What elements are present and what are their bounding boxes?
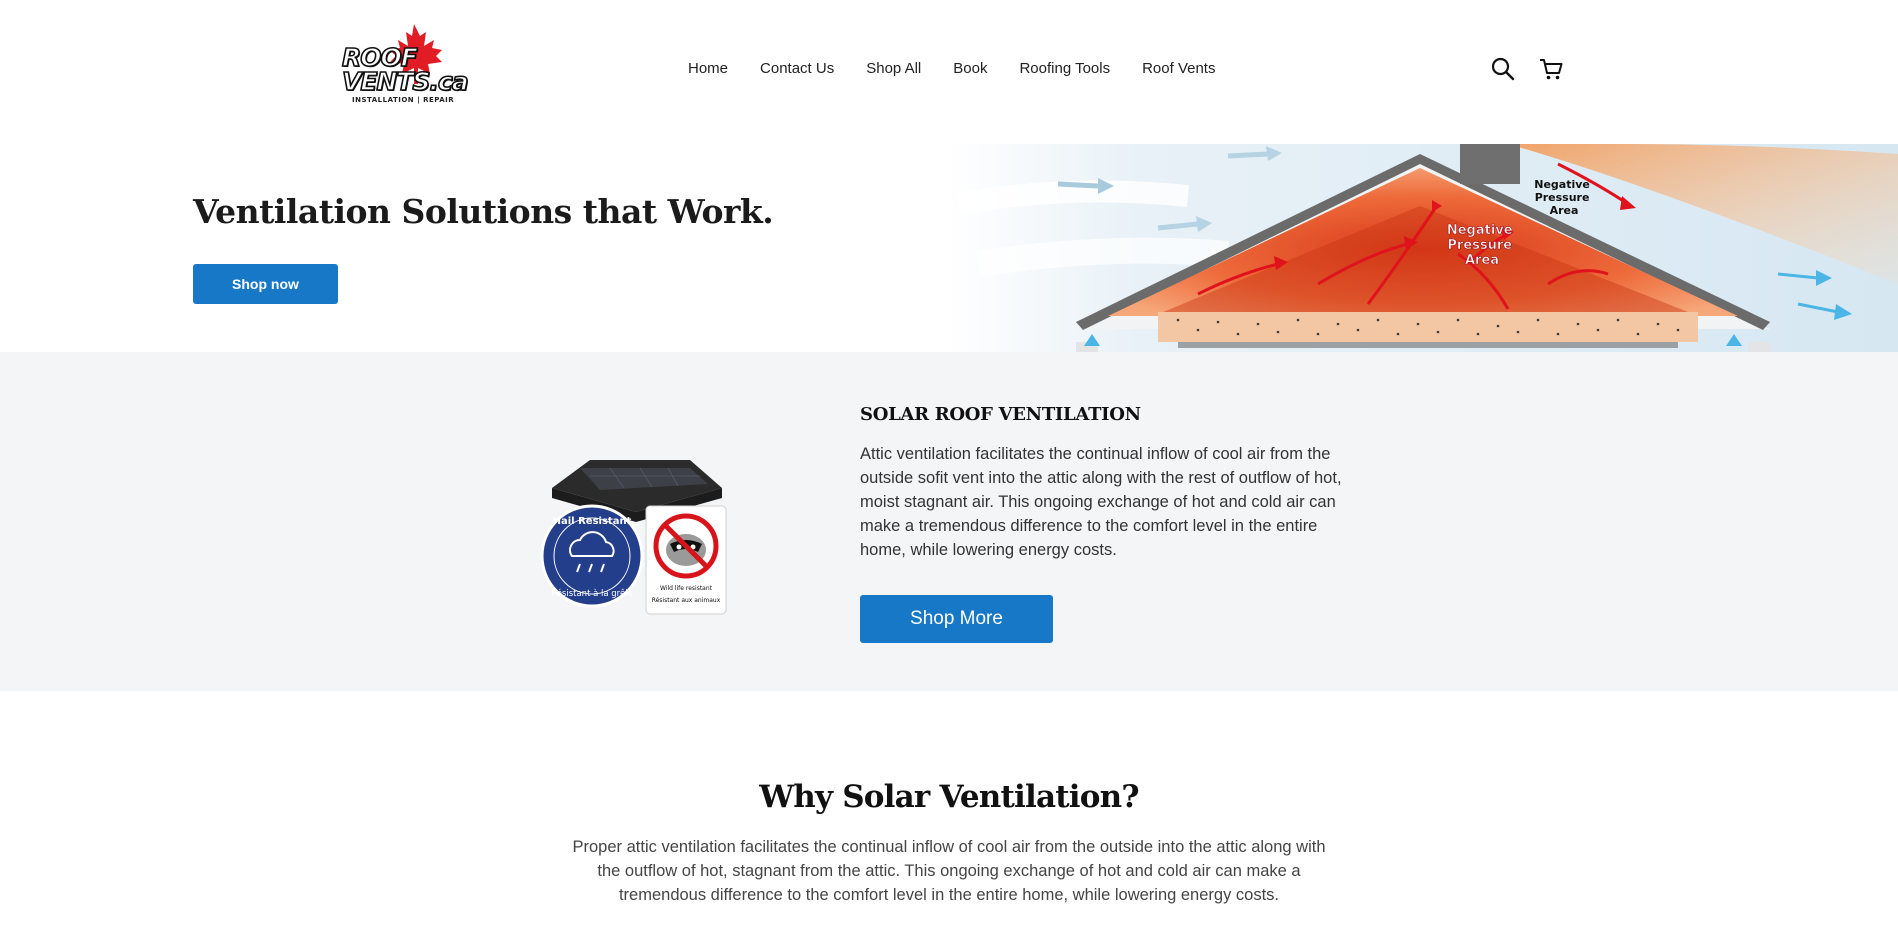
wildlife-badge-text-1: Wild life resistant (660, 585, 713, 592)
diagram-label-inner-1: Negative (1447, 223, 1513, 238)
diagram-label-outer-3: Area (1550, 204, 1579, 217)
wildlife-badge-text-2: Résistant aux animaux (652, 597, 721, 604)
nav-contact-us[interactable]: Contact Us (760, 60, 834, 77)
header-actions (1490, 56, 1564, 82)
hero-section: Ventilation Solutions that Work. Shop no… (0, 144, 1898, 352)
diagram-label-outer-2: Pressure (1535, 191, 1590, 204)
hero-title: Ventilation Solutions that Work. (193, 192, 774, 231)
solar-heading: SOLAR ROOF VENTILATION (860, 404, 1141, 425)
hail-badge-bottom-text: Résistant à la grêle (551, 588, 633, 599)
logo-wordmark: ROOF VENTS.ca (341, 43, 469, 96)
site-logo[interactable]: ROOF VENTS.ca INSTALLATION | REPAIR (341, 24, 469, 106)
shop-more-button[interactable]: Shop More (860, 595, 1053, 643)
solar-vent-product-image: Hail Resistant Résistant à la grêle Wild… (540, 460, 727, 615)
hail-badge-top-text: Hail Resistant (553, 516, 632, 527)
solar-description: Attic ventilation facilitates the contin… (860, 445, 1342, 559)
site-header: ROOF VENTS.ca INSTALLATION | REPAIR Home… (0, 0, 1898, 144)
nav-roofing-tools[interactable]: Roofing Tools (1019, 60, 1110, 77)
search-icon[interactable] (1490, 56, 1516, 82)
attic-ventilation-diagram: Negative Pressure Area Negative Pressure… (948, 144, 1898, 352)
solar-ventilation-section: Hail Resistant Résistant à la grêle Wild… (0, 352, 1898, 691)
diagram-label-inner-3: Area (1465, 253, 1499, 268)
shop-now-button[interactable]: Shop now (193, 264, 338, 304)
main-nav: Home Contact Us Shop All Book Roofing To… (688, 60, 1215, 77)
diagram-label-inner-2: Pressure (1447, 238, 1512, 253)
nav-shop-all[interactable]: Shop All (866, 60, 921, 77)
why-title: Why Solar Ventilation? (759, 779, 1139, 815)
cart-icon[interactable] (1538, 56, 1564, 82)
nav-home[interactable]: Home (688, 60, 728, 77)
diagram-label-outer-1: Negative (1534, 178, 1590, 191)
nav-roof-vents[interactable]: Roof Vents (1142, 60, 1215, 77)
why-description: Proper attic ventilation facilitates the… (572, 838, 1326, 904)
logo-tagline: INSTALLATION | REPAIR (352, 96, 455, 104)
nav-book[interactable]: Book (953, 60, 987, 77)
why-solar-section: Why Solar Ventilation? Proper attic vent… (0, 691, 1898, 933)
